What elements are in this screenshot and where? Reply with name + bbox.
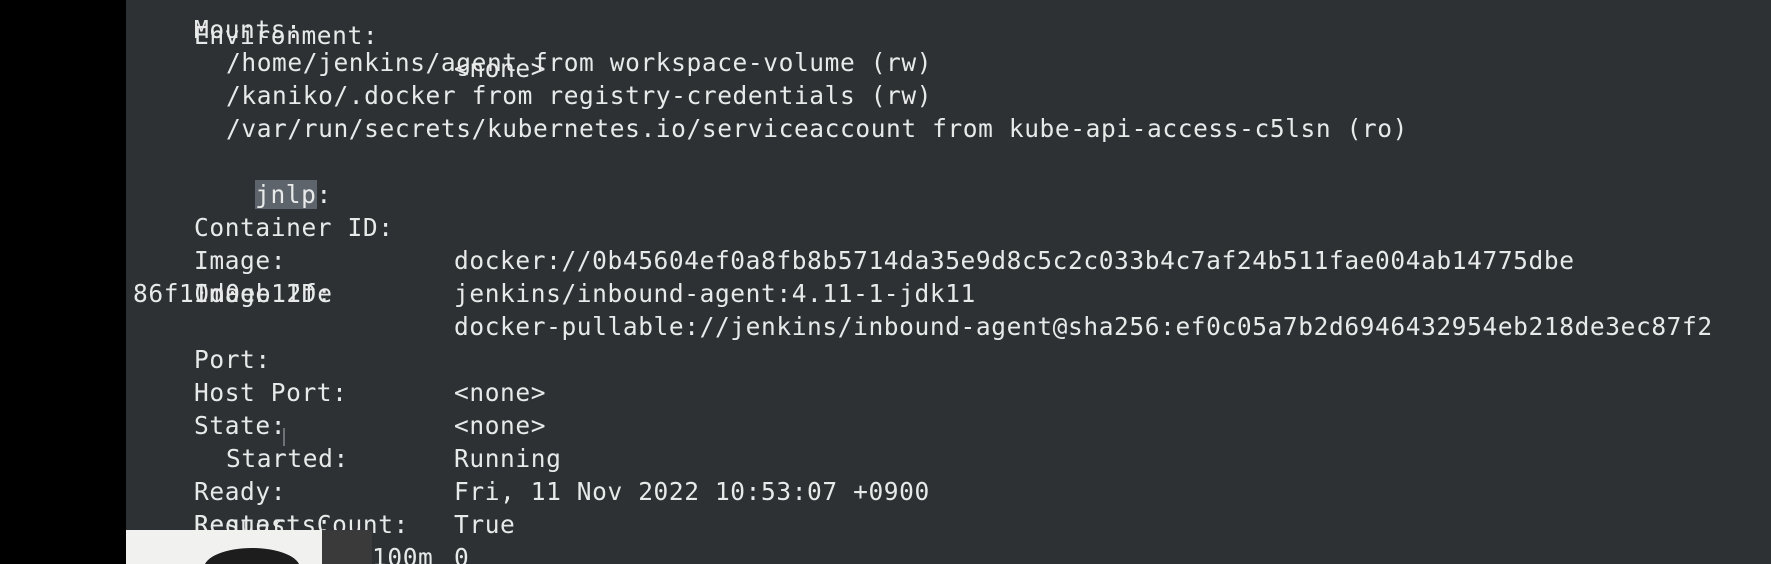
text-cursor-icon — [283, 428, 285, 446]
terminal-window[interactable]: Environment: <none> Mounts: /home/jenkin… — [126, 0, 1771, 564]
state-value: Running — [454, 444, 562, 473]
cpu-request-value: 100m — [372, 543, 434, 564]
container-header-line: jnlp: — [163, 145, 332, 209]
mount-line: /kaniko/.docker from registry-credential… — [226, 81, 933, 110]
image-line: Image: jenkins/inbound-agent:4.11-1-jdk1… — [194, 211, 975, 308]
restart-count-line: Restart Count: 0 — [194, 475, 469, 564]
ready-line: Ready: True — [194, 442, 515, 539]
ready-value: True — [454, 510, 516, 539]
restart-count-value: 0 — [454, 543, 470, 564]
started-line: Started: Fri, 11 Nov 2022 10:53:07 +0900 — [226, 409, 929, 506]
container-id-value: docker://0b45604ef0a8fb8b5714da35e9d8c5c… — [454, 246, 1575, 275]
image-id-line: Image ID: docker-pullable://jenkins/inbo… — [194, 244, 1712, 341]
screen: Environment: <none> Mounts: /home/jenkin… — [0, 0, 1771, 564]
mount-line: /home/jenkins/agent from workspace-volum… — [226, 48, 933, 77]
person-head-icon — [204, 548, 300, 564]
image-id-wrap-line: 86f10d0eb12fe — [133, 279, 333, 308]
container-id-line: Container ID: docker://0b45604ef0a8fb8b5… — [194, 178, 1574, 275]
image-id-value: docker-pullable://jenkins/inbound-agent@… — [454, 312, 1713, 341]
mount-line: /var/run/secrets/kubernetes.io/serviceac… — [226, 114, 1408, 143]
port-value: <none> — [454, 378, 547, 407]
host-port-line: Host Port: <none> — [194, 343, 546, 440]
port-line: Port: <none> — [194, 310, 546, 407]
host-port-value: <none> — [454, 411, 547, 440]
container-colon: : — [316, 180, 332, 209]
started-value: Fri, 11 Nov 2022 10:53:07 +0900 — [454, 477, 930, 506]
webcam-frame-edge — [322, 530, 372, 564]
mounts-label: Mounts: — [194, 15, 302, 44]
state-line: State: Running — [194, 376, 561, 473]
image-value: jenkins/inbound-agent:4.11-1-jdk11 — [454, 279, 976, 308]
webcam-overlay — [126, 530, 372, 564]
